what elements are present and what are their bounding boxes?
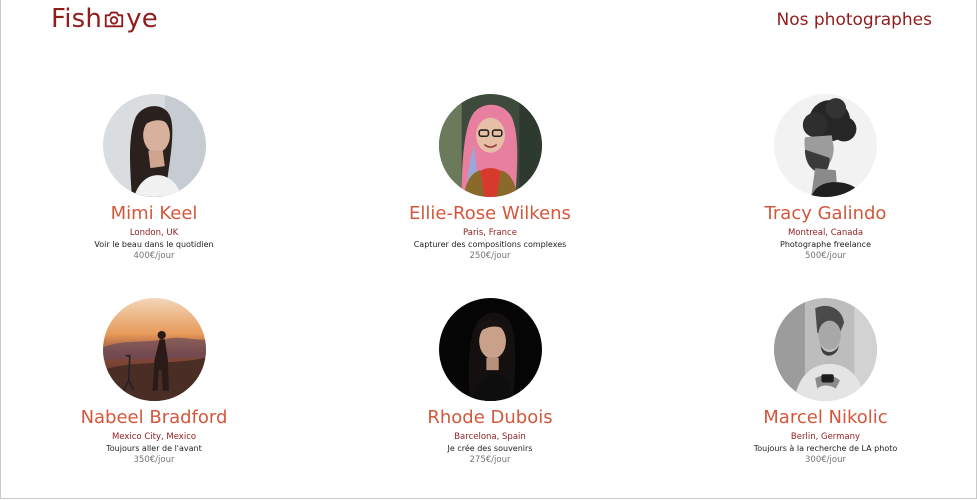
photographer-price: 275€/jour: [469, 455, 511, 465]
page: Fish ye Nos photographes Mimi Keel Londo…: [0, 0, 977, 499]
photographer-portrait[interactable]: [102, 94, 206, 197]
photographer-card[interactable]: Nabeel Bradford Mexico City, Mexico Touj…: [1, 298, 307, 466]
photographers-grid: Mimi Keel London, UK Voir le beau dans l…: [1, 94, 977, 466]
photographer-name: Tracy Galindo: [764, 203, 887, 224]
photographer-portrait[interactable]: [774, 94, 877, 197]
photographer-name: Mimi Keel: [110, 203, 198, 224]
photographer-card[interactable]: Marcel Nikolic Berlin, Germany Toujours …: [673, 298, 977, 466]
photographer-card[interactable]: Tracy Galindo Montreal, Canada Photograp…: [673, 94, 977, 262]
photographer-name: Nabeel Bradford: [80, 407, 228, 428]
photographer-portrait[interactable]: [438, 298, 542, 401]
photographer-name: Marcel Nikolic: [763, 407, 888, 428]
photographer-card[interactable]: Ellie-Rose Wilkens Paris, France Capture…: [307, 94, 673, 262]
photographer-price: 300€/jour: [805, 455, 846, 465]
logo-text-end: ye: [126, 4, 158, 34]
photographer-price: 350€/jour: [133, 455, 175, 465]
fisheye-logo[interactable]: Fish ye: [51, 4, 158, 34]
logo-text-start: Fish: [51, 4, 103, 34]
photographer-location: London, UK: [129, 228, 179, 238]
photographer-tagline: Capturer des compositions complexes: [413, 240, 567, 249]
photographer-location: Montreal, Canada: [787, 228, 864, 238]
photographer-name: Rhode Dubois: [427, 407, 553, 428]
camera-icon: [104, 11, 124, 28]
photographer-tagline: Toujours à la recherche de LA photo: [753, 444, 898, 453]
photographer-name: Ellie-Rose Wilkens: [409, 203, 571, 224]
photographer-portrait[interactable]: [102, 298, 206, 401]
photographer-price: 400€/jour: [133, 251, 175, 261]
photographer-location: Barcelona, Spain: [454, 432, 526, 442]
photographer-tagline: Toujours aller de l'avant: [106, 444, 202, 453]
photographer-portrait[interactable]: [438, 94, 542, 197]
photographer-price: 250€/jour: [469, 251, 511, 261]
photographer-tagline: Photographe freelance: [780, 240, 871, 249]
photographer-portrait[interactable]: [774, 298, 877, 401]
photographer-tagline: Voir le beau dans le quotidien: [94, 240, 214, 249]
photographer-location: Paris, France: [463, 228, 517, 238]
photographer-price: 500€/jour: [805, 251, 846, 261]
site-header: Fish ye Nos photographes: [1, 0, 976, 44]
photographer-card[interactable]: Mimi Keel London, UK Voir le beau dans l…: [1, 94, 307, 262]
photographer-location: Mexico City, Mexico: [111, 432, 197, 442]
photographer-location: Berlin, Germany: [790, 432, 861, 442]
page-title: Nos photographes: [776, 10, 933, 30]
photographer-tagline: Je crée des souvenirs: [447, 444, 533, 453]
photographer-card[interactable]: Rhode Dubois Barcelona, Spain Je crée de…: [307, 298, 673, 466]
